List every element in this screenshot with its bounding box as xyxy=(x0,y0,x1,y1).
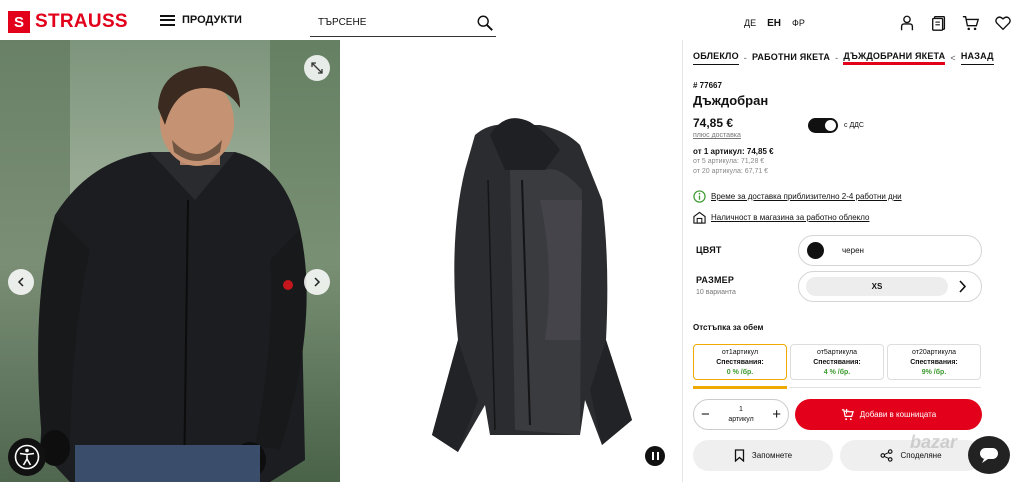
strauss-logo[interactable]: S STRAUSS xyxy=(8,11,128,33)
chat-button[interactable] xyxy=(968,436,1010,474)
accessibility-icon xyxy=(14,444,40,470)
cart-icon[interactable] xyxy=(962,14,980,32)
bookmark-icon xyxy=(734,449,745,462)
language-switcher: ДЕ ЕН ФР xyxy=(744,18,805,29)
remember-button[interactable]: Запомнете xyxy=(693,440,833,471)
volume-card-label: Спестявания: xyxy=(910,359,958,366)
quantity-unit: артикул xyxy=(728,415,754,423)
chevron-left-icon xyxy=(17,277,24,287)
color-label: ЦВЯТ xyxy=(696,245,722,255)
search-bar xyxy=(310,9,496,37)
breadcrumb-item-clothing[interactable]: ОБЛЕКЛО xyxy=(693,51,739,65)
jacket-illustration xyxy=(432,118,632,452)
size-variants-count: 10 варианта xyxy=(696,289,736,296)
size-selector[interactable]: XS xyxy=(798,271,982,302)
heart-icon[interactable] xyxy=(994,14,1012,32)
tier-price-20: от 20 артикула: 67,71 € xyxy=(693,168,769,175)
color-selector[interactable]: черен xyxy=(798,235,982,266)
volume-card-1[interactable]: от1артикул Спестявания: 0 % /бр. xyxy=(693,344,787,380)
product-title: Дъждобран xyxy=(693,93,769,108)
chat-icon xyxy=(980,448,998,463)
volume-card-qty: от5артикула xyxy=(816,349,858,356)
store-text: Наличност в магазина за работно облекло xyxy=(711,213,870,222)
back-link[interactable]: НАЗАД xyxy=(960,51,994,65)
add-to-cart-button[interactable]: Добави в кошницата xyxy=(795,399,982,430)
decrease-qty-button[interactable]: − xyxy=(701,406,710,423)
breadcrumb-separator: - xyxy=(835,53,839,63)
vat-toggle-group: с ДДС xyxy=(808,118,864,133)
breadcrumb-item-work-jackets[interactable]: РАБОТНИ ЯКЕТА xyxy=(752,52,830,65)
products-menu-button[interactable]: ПРОДУКТИ xyxy=(160,14,242,26)
volume-card-pct: 0 % /бр. xyxy=(726,369,754,376)
logo-mark: S xyxy=(8,11,30,33)
hamburger-icon xyxy=(160,14,175,26)
gallery-prev-button[interactable] xyxy=(8,269,34,295)
size-label: РАЗМЕР xyxy=(696,275,735,285)
volume-discount-title: Отстъпка за обем xyxy=(693,323,764,332)
pause-slideshow-button[interactable] xyxy=(645,446,665,466)
volume-card-label: Спестявания: xyxy=(716,359,764,366)
header-actions xyxy=(898,14,1012,32)
search-icon[interactable] xyxy=(476,14,494,32)
quantity-stepper: − 1 артикул + xyxy=(693,399,789,430)
products-menu-label: ПРОДУКТИ xyxy=(182,14,242,26)
fullscreen-button[interactable] xyxy=(304,55,330,81)
volume-card-qty: от1артикул xyxy=(721,349,759,356)
vat-toggle[interactable] xyxy=(808,118,838,133)
volume-card-20[interactable]: от20артикула Спестявания: 9% /бр. xyxy=(887,344,981,380)
tier-price-main: от 1 артикул: 74,85 € xyxy=(693,147,774,156)
breadcrumb-separator: - xyxy=(743,53,747,63)
volume-card-label: Спестявания: xyxy=(813,359,861,366)
size-value: XS xyxy=(806,277,948,296)
search-input[interactable] xyxy=(310,9,460,35)
chevron-right-icon xyxy=(959,280,967,293)
chevron-right-icon xyxy=(314,277,321,287)
lang-fr[interactable]: ФР xyxy=(792,18,805,29)
lang-en[interactable]: ЕН xyxy=(767,18,781,29)
gallery-next-button[interactable] xyxy=(304,269,330,295)
remember-label: Запомнете xyxy=(751,451,793,460)
product-photo-model xyxy=(0,40,340,482)
model-illustration xyxy=(0,40,340,482)
color-swatch xyxy=(807,242,824,259)
breadcrumb-item-rain-jackets[interactable]: ДЪЖДОБРАНИ ЯКЕТА xyxy=(843,51,946,65)
volume-track xyxy=(789,387,981,388)
notepad-icon[interactable] xyxy=(930,14,948,32)
accessibility-button[interactable] xyxy=(8,438,46,476)
quantity-display[interactable]: 1 артикул xyxy=(728,405,753,425)
increase-qty-button[interactable]: + xyxy=(772,406,781,423)
logo-text: STRAUSS xyxy=(35,11,128,32)
store-availability[interactable]: Наличност в магазина за работно облекло xyxy=(693,211,869,224)
volume-card-pct: 9% /бр. xyxy=(921,369,947,376)
delivery-text: Време за доставка приблизително 2-4 рабо… xyxy=(711,192,902,201)
volume-card-5[interactable]: от5артикула Спестявания: 4 % /бр. xyxy=(790,344,884,380)
breadcrumb: ОБЛЕКЛО - РАБОТНИ ЯКЕТА - ДЪЖДОБРАНИ ЯКЕ… xyxy=(693,51,994,65)
color-value: черен xyxy=(842,246,864,255)
site-header: S STRAUSS ПРОДУКТИ ДЕ ЕН ФР xyxy=(0,0,1024,40)
info-icon xyxy=(693,190,706,203)
product-price: 74,85 € xyxy=(693,116,734,130)
tier-price-5: от 5 артикула: 71,28 € xyxy=(693,158,765,165)
product-panel: ОБЛЕКЛО - РАБОТНИ ЯКЕТА - ДЪЖДОБРАНИ ЯКЕ… xyxy=(682,40,1024,482)
volume-card-qty: от20артикула xyxy=(912,349,956,356)
vat-label: с ДДС xyxy=(844,122,864,129)
volume-card-pct: 4 % /бр. xyxy=(823,369,851,376)
lang-de[interactable]: ДЕ xyxy=(744,18,756,29)
store-icon xyxy=(693,211,706,224)
shipping-link[interactable]: плюс доставка xyxy=(693,132,741,139)
quantity-value: 1 xyxy=(739,405,743,413)
product-photo-jacket xyxy=(340,40,682,482)
share-icon xyxy=(880,449,893,462)
add-to-cart-label: Добави в кошницата xyxy=(859,410,937,419)
cart-plus-icon xyxy=(841,408,854,421)
watermark: bazar xyxy=(910,432,958,452)
expand-icon xyxy=(311,62,323,74)
user-icon[interactable] xyxy=(898,14,916,32)
volume-selected-indicator xyxy=(693,386,787,389)
delivery-info[interactable]: Време за доставка приблизително 2-4 рабо… xyxy=(693,190,902,203)
back-arrow: < xyxy=(950,53,956,63)
article-number: # 77667 xyxy=(693,81,722,90)
